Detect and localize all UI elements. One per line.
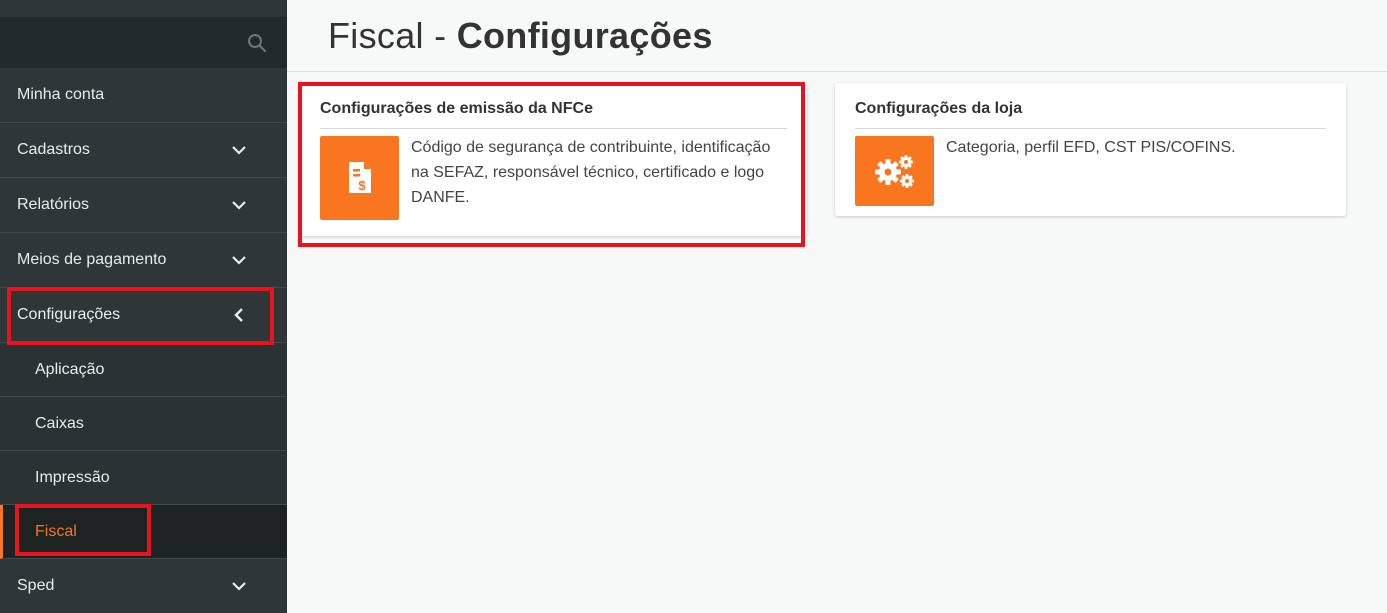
- page-title-bold: Configurações: [456, 14, 713, 56]
- sidebar-item-configuracoes[interactable]: Configurações: [0, 288, 287, 343]
- card-icon-box: $: [320, 136, 399, 220]
- search-icon[interactable]: [247, 33, 267, 53]
- chevron-down-icon: [232, 146, 246, 155]
- sidebar-item-sped[interactable]: Sped: [0, 559, 287, 613]
- sidebar-search[interactable]: [0, 17, 287, 68]
- sidebar-item-label: Configurações: [17, 306, 121, 323]
- sidebar-item-label: Relatórios: [17, 196, 90, 213]
- sidebar-item-label: Fiscal: [35, 522, 77, 540]
- card-title: Configurações da loja: [855, 83, 1326, 129]
- sidebar-item-meios-de-pagamento[interactable]: Meios de pagamento: [0, 233, 287, 288]
- chevron-left-icon: [234, 308, 243, 322]
- sidebar-top-bar: [0, 0, 287, 17]
- page-title-prefix: Fiscal -: [328, 14, 457, 56]
- sidebar-subitem-caixas[interactable]: Caixas: [0, 397, 287, 451]
- sidebar: Minha conta Cadastros Relatórios Meios d…: [0, 0, 287, 613]
- main-content: Fiscal - Configurações Configurações de …: [287, 0, 1387, 613]
- card-icon-box: [855, 136, 934, 206]
- sidebar-item-label: Sped: [17, 577, 55, 594]
- card-body: Categoria, perfil EFD, CST PIS/COFINS.: [835, 129, 1346, 206]
- sidebar-subitem-aplicacao[interactable]: Aplicação: [0, 343, 287, 397]
- card-nfce-settings[interactable]: Configurações de emissão da NFCe $ Códig…: [300, 83, 807, 236]
- svg-text:$: $: [358, 178, 366, 193]
- sidebar-item-label: Aplicação: [35, 360, 105, 378]
- chevron-down-icon: [232, 256, 246, 265]
- sidebar-subitem-fiscal[interactable]: Fiscal: [0, 505, 287, 559]
- sidebar-item-cadastros[interactable]: Cadastros: [0, 123, 287, 178]
- card-store-settings[interactable]: Configurações da loja Categoria, perfil …: [835, 83, 1346, 216]
- invoice-dollar-icon: $: [348, 162, 371, 193]
- sidebar-item-minha-conta[interactable]: Minha conta: [0, 68, 287, 123]
- page-title: Fiscal - Configurações: [328, 15, 713, 57]
- page-header: Fiscal - Configurações: [287, 0, 1387, 72]
- sidebar-item-label: Caixas: [35, 414, 84, 432]
- sidebar-item-label: Impressão: [35, 468, 110, 486]
- card-body: $ Código de segurança de contribuinte, i…: [300, 129, 807, 220]
- card-description: Categoria, perfil EFD, CST PIS/COFINS.: [946, 139, 1236, 156]
- chevron-down-icon: [232, 201, 246, 210]
- sidebar-item-label: Cadastros: [17, 141, 90, 158]
- sidebar-item-label: Minha conta: [17, 86, 105, 103]
- sidebar-subitem-impressao[interactable]: Impressão: [0, 451, 287, 505]
- chevron-down-icon: [232, 582, 246, 591]
- card-description: Código de segurança de contribuinte, ide…: [411, 139, 771, 206]
- sidebar-item-label: Meios de pagamento: [17, 251, 167, 268]
- card-title: Configurações de emissão da NFCe: [320, 83, 787, 129]
- cogs-icon: [874, 155, 914, 188]
- sidebar-item-relatorios[interactable]: Relatórios: [0, 178, 287, 233]
